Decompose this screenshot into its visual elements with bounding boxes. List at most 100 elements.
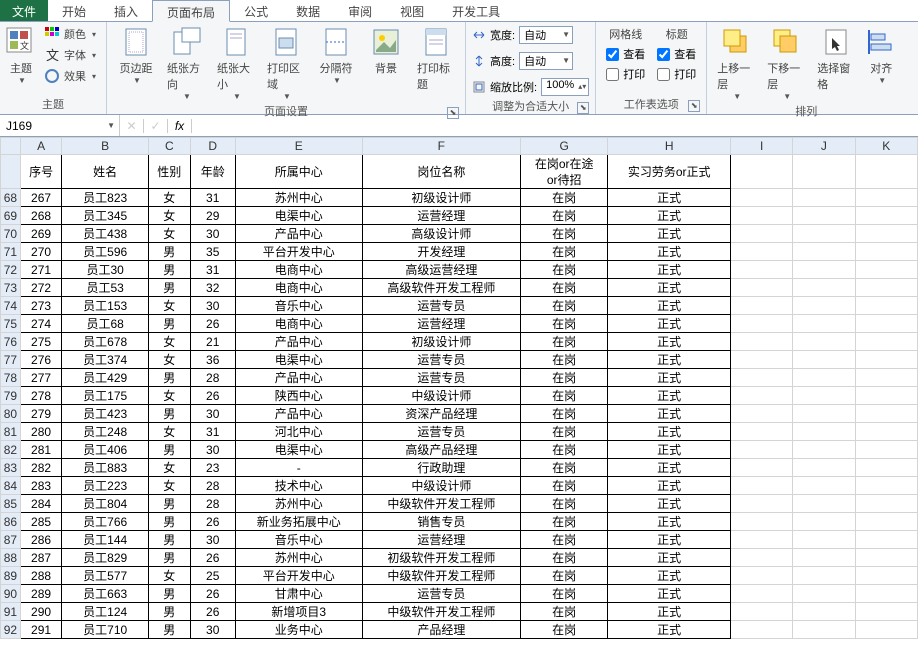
row-head[interactable]: 69 bbox=[1, 207, 21, 225]
cell[interactable]: 苏州中心 bbox=[235, 495, 362, 513]
cell[interactable]: 技术中心 bbox=[235, 477, 362, 495]
headings-view-checkbox[interactable]: 查看 bbox=[657, 46, 696, 62]
orientation-button[interactable]: 纸张方向▼ bbox=[163, 24, 209, 103]
gridlines-view-checkbox[interactable]: 查看 bbox=[606, 46, 645, 62]
cell[interactable]: 26 bbox=[190, 513, 235, 531]
cell[interactable] bbox=[793, 513, 855, 531]
cell[interactable] bbox=[731, 225, 793, 243]
cell[interactable]: 员工678 bbox=[62, 333, 149, 351]
col-head-H[interactable]: H bbox=[608, 138, 731, 155]
cell[interactable]: 男 bbox=[149, 261, 190, 279]
cell[interactable] bbox=[731, 315, 793, 333]
cell[interactable]: 电商中心 bbox=[235, 279, 362, 297]
cell[interactable] bbox=[793, 369, 855, 387]
cell[interactable]: 26 bbox=[190, 585, 235, 603]
cell[interactable] bbox=[731, 333, 793, 351]
tab-6[interactable]: 视图 bbox=[386, 0, 438, 21]
cell[interactable]: 288 bbox=[20, 567, 61, 585]
cell[interactable]: 员工153 bbox=[62, 297, 149, 315]
cell[interactable]: 278 bbox=[20, 387, 61, 405]
cell[interactable]: 男 bbox=[149, 315, 190, 333]
cell[interactable]: 正式 bbox=[608, 189, 731, 207]
cell[interactable]: 中级软件开发工程师 bbox=[362, 603, 520, 621]
cell[interactable] bbox=[731, 261, 793, 279]
cell[interactable]: 男 bbox=[149, 243, 190, 261]
cell[interactable]: 产品经理 bbox=[362, 621, 520, 639]
cell[interactable]: 291 bbox=[20, 621, 61, 639]
cell[interactable]: 产品中心 bbox=[235, 333, 362, 351]
page-setup-launcher[interactable]: ⬊ bbox=[447, 107, 459, 119]
row-head[interactable]: 83 bbox=[1, 459, 21, 477]
table-header-cell[interactable]: 姓名 bbox=[62, 155, 149, 189]
row-head[interactable]: 92 bbox=[1, 621, 21, 639]
cell[interactable]: 男 bbox=[149, 585, 190, 603]
cell[interactable]: 23 bbox=[190, 459, 235, 477]
cell[interactable] bbox=[793, 225, 855, 243]
cell[interactable] bbox=[855, 387, 917, 405]
cell[interactable]: 员工124 bbox=[62, 603, 149, 621]
cell[interactable]: 中级软件开发工程师 bbox=[362, 495, 520, 513]
cell[interactable]: 在岗 bbox=[521, 477, 608, 495]
cell[interactable]: 初级软件开发工程师 bbox=[362, 549, 520, 567]
cell[interactable]: 电渠中心 bbox=[235, 441, 362, 459]
cell[interactable]: 女 bbox=[149, 189, 190, 207]
cell[interactable]: 30 bbox=[190, 297, 235, 315]
cell[interactable] bbox=[731, 351, 793, 369]
cell[interactable]: 员工423 bbox=[62, 405, 149, 423]
row-head[interactable]: 75 bbox=[1, 315, 21, 333]
cell[interactable]: 31 bbox=[190, 423, 235, 441]
cell[interactable]: 男 bbox=[149, 279, 190, 297]
row-head[interactable]: 88 bbox=[1, 549, 21, 567]
scale-spinner[interactable]: 100%▴▾ bbox=[541, 78, 589, 96]
cell[interactable] bbox=[731, 189, 793, 207]
cell[interactable]: 在岗 bbox=[521, 297, 608, 315]
cell[interactable]: 产品中心 bbox=[235, 369, 362, 387]
cell[interactable]: 女 bbox=[149, 477, 190, 495]
cell[interactable]: 正式 bbox=[608, 315, 731, 333]
cell[interactable] bbox=[855, 495, 917, 513]
cell[interactable]: 正式 bbox=[608, 441, 731, 459]
height-select[interactable]: 自动▼ bbox=[519, 52, 573, 70]
cell[interactable]: 270 bbox=[20, 243, 61, 261]
cell[interactable]: 业务中心 bbox=[235, 621, 362, 639]
cell[interactable]: 员工829 bbox=[62, 549, 149, 567]
spreadsheet-grid[interactable]: ABCDEFGHIJK序号姓名性别年龄所属中心岗位名称在岗or在途or待招实习劳… bbox=[0, 137, 918, 645]
cell[interactable] bbox=[731, 243, 793, 261]
cell[interactable] bbox=[731, 279, 793, 297]
cell[interactable]: 29 bbox=[190, 207, 235, 225]
cell[interactable]: 271 bbox=[20, 261, 61, 279]
cell[interactable]: 正式 bbox=[608, 567, 731, 585]
cell[interactable] bbox=[855, 549, 917, 567]
cell[interactable]: 男 bbox=[149, 603, 190, 621]
row-head[interactable]: 72 bbox=[1, 261, 21, 279]
cell[interactable]: 女 bbox=[149, 297, 190, 315]
tab-2[interactable]: 页面布局 bbox=[152, 0, 230, 22]
row-head[interactable]: 85 bbox=[1, 495, 21, 513]
cell[interactable] bbox=[731, 405, 793, 423]
cell[interactable]: 30 bbox=[190, 405, 235, 423]
cell[interactable]: 在岗 bbox=[521, 603, 608, 621]
cell[interactable]: 正式 bbox=[608, 405, 731, 423]
cell[interactable] bbox=[793, 405, 855, 423]
row-head[interactable]: 81 bbox=[1, 423, 21, 441]
cell[interactable]: 运营经理 bbox=[362, 315, 520, 333]
tab-file[interactable]: 文件 bbox=[0, 0, 48, 21]
cell[interactable]: 女 bbox=[149, 423, 190, 441]
cell[interactable] bbox=[855, 225, 917, 243]
cell[interactable]: 在岗 bbox=[521, 387, 608, 405]
row-head[interactable]: 70 bbox=[1, 225, 21, 243]
cell[interactable]: 员工823 bbox=[62, 189, 149, 207]
cell[interactable] bbox=[855, 603, 917, 621]
cell[interactable] bbox=[793, 243, 855, 261]
cell[interactable]: 员工429 bbox=[62, 369, 149, 387]
cell[interactable]: 正式 bbox=[608, 495, 731, 513]
print-titles-button[interactable]: 打印标题 bbox=[413, 24, 459, 94]
cell[interactable] bbox=[793, 549, 855, 567]
cell[interactable]: 员工710 bbox=[62, 621, 149, 639]
cell[interactable]: 男 bbox=[149, 369, 190, 387]
cell[interactable]: 正式 bbox=[608, 333, 731, 351]
cell[interactable] bbox=[855, 155, 917, 189]
cell[interactable] bbox=[793, 495, 855, 513]
cell[interactable]: 正式 bbox=[608, 585, 731, 603]
cell[interactable]: 272 bbox=[20, 279, 61, 297]
